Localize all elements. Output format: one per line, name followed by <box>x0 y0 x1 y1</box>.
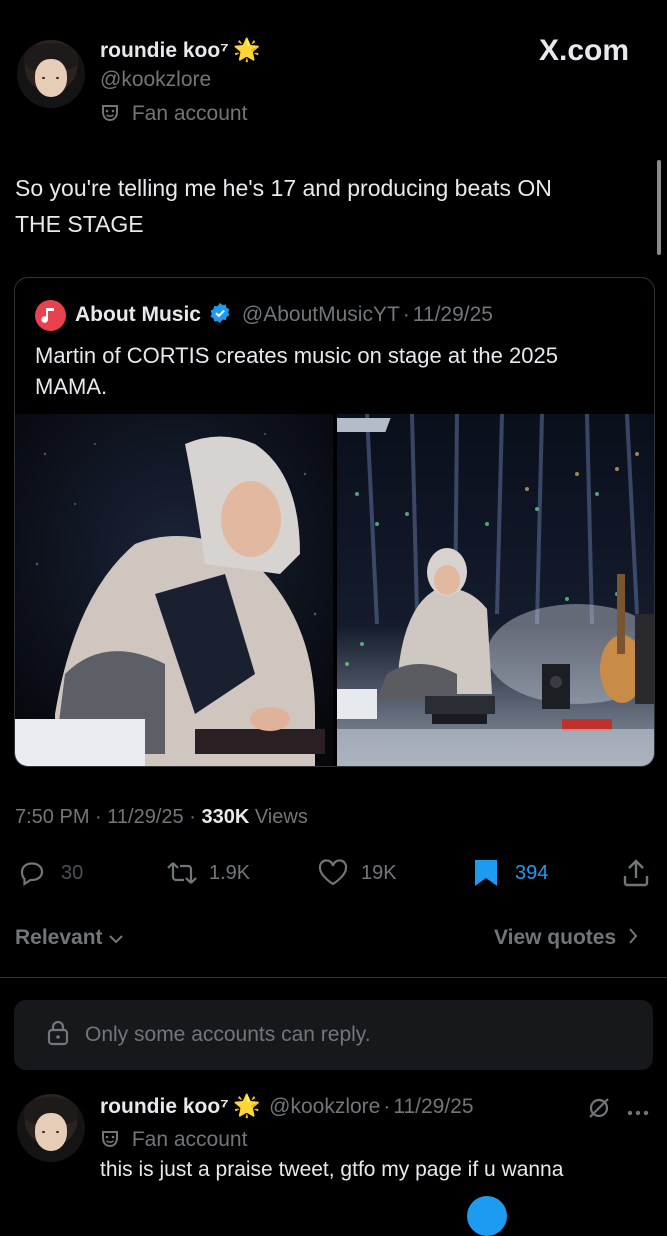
bookmark-action[interactable]: 394 <box>473 858 548 888</box>
more-options-icon[interactable] <box>627 1103 649 1121</box>
view-quotes-link[interactable]: View quotes <box>494 926 638 950</box>
quote-separator: · <box>402 303 410 326</box>
reply-avatar[interactable] <box>17 1094 85 1162</box>
reply-action[interactable]: 30 <box>18 858 83 888</box>
tweet-time[interactable]: 7:50 PM <box>15 806 89 828</box>
bookmark-count[interactable]: 394 <box>515 862 548 885</box>
author-row[interactable]: roundie koo⁷ 🌟 <box>100 37 261 63</box>
bookmark-icon[interactable] <box>473 858 499 888</box>
quote-text: Martin of CORTIS creates music on stage … <box>35 340 558 402</box>
fan-account-text: Fan account <box>131 102 248 125</box>
reply-icon[interactable] <box>18 859 46 887</box>
star-badge-icon: 🌟 <box>233 37 261 62</box>
quote-text-line-2: MAMA. <box>35 374 108 399</box>
repost-action[interactable]: 1.9K <box>165 858 250 888</box>
quote-author-name[interactable]: About Music <box>75 303 201 326</box>
verified-icon <box>209 302 231 329</box>
tweet-meta: 7:50 PM · 11/29/25 · 330K Views <box>15 806 308 829</box>
heart-icon[interactable] <box>317 859 349 887</box>
quote-date[interactable]: 11/29/25 <box>413 303 493 326</box>
reply-restriction-notice: Only some accounts can reply. <box>14 1000 653 1070</box>
reply-fan-account-label: Fan account <box>100 1128 247 1152</box>
music-logo-icon <box>35 300 66 331</box>
chevron-right-icon[interactable] <box>628 926 638 950</box>
share-icon[interactable] <box>622 858 650 888</box>
quote-image-right[interactable] <box>337 414 654 766</box>
fan-account-label: Fan account <box>100 102 247 126</box>
like-count[interactable]: 19K <box>361 862 397 885</box>
quote-author-row[interactable]: About Music @AboutMusicYT · 11/29/25 <box>75 302 493 329</box>
author-handle[interactable]: @kookzlore <box>100 68 211 92</box>
divider <box>0 977 667 978</box>
compose-button[interactable] <box>467 1196 507 1236</box>
star-badge-icon: 🌟 <box>233 1093 261 1118</box>
lock-icon <box>47 1020 69 1051</box>
views-label[interactable]: Views <box>255 806 308 828</box>
reply-separator: · <box>383 1095 391 1118</box>
meta-separator: · <box>95 806 102 828</box>
tweet-date[interactable]: 11/29/25 <box>107 806 183 828</box>
view-quotes-label[interactable]: View quotes <box>494 926 616 950</box>
reply-author-name[interactable]: roundie koo⁷ <box>100 1095 229 1118</box>
repost-icon[interactable] <box>165 859 199 887</box>
reply-text: this is just a praise tweet, gtfo my pag… <box>100 1158 564 1181</box>
tweet-text-line-1: So you're telling me he's 17 and produci… <box>15 175 552 201</box>
quote-tweet-card[interactable]: About Music @AboutMusicYT · 11/29/25 Marti… <box>14 277 655 767</box>
quote-text-line-1: Martin of CORTIS creates music on stage … <box>35 343 558 368</box>
grok-icon[interactable] <box>586 1095 612 1126</box>
reply-author-handle[interactable]: @kookzlore <box>269 1095 380 1118</box>
like-action[interactable]: 19K <box>317 858 397 888</box>
site-watermark: X.com <box>539 34 630 67</box>
sort-dropdown[interactable]: Relevant <box>15 926 123 950</box>
avatar[interactable] <box>17 40 85 108</box>
repost-count[interactable]: 1.9K <box>209 862 250 885</box>
author-name[interactable]: roundie koo⁷ <box>100 39 229 62</box>
reply-author-row[interactable]: roundie koo⁷ 🌟 @kookzlore · 11/29/25 <box>100 1093 474 1119</box>
sort-label[interactable]: Relevant <box>15 926 103 950</box>
views-count[interactable]: 330K <box>201 806 249 828</box>
reply-restriction-text: Only some accounts can reply. <box>85 1023 371 1046</box>
quote-image-left[interactable] <box>15 414 333 766</box>
mask-icon <box>100 1129 120 1149</box>
quote-author-handle[interactable]: @AboutMusicYT <box>242 303 400 326</box>
tweet-text: So you're telling me he's 17 and produci… <box>15 170 552 242</box>
meta-separator: · <box>189 806 196 828</box>
mask-icon <box>100 103 120 123</box>
reply-date[interactable]: 11/29/25 <box>393 1095 473 1118</box>
reply-count[interactable]: 30 <box>61 862 83 885</box>
tweet-text-line-2: THE STAGE <box>15 211 144 237</box>
chevron-down-icon[interactable] <box>108 926 123 950</box>
scrollbar[interactable] <box>657 160 661 255</box>
reply-fan-account-text: Fan account <box>131 1128 248 1151</box>
